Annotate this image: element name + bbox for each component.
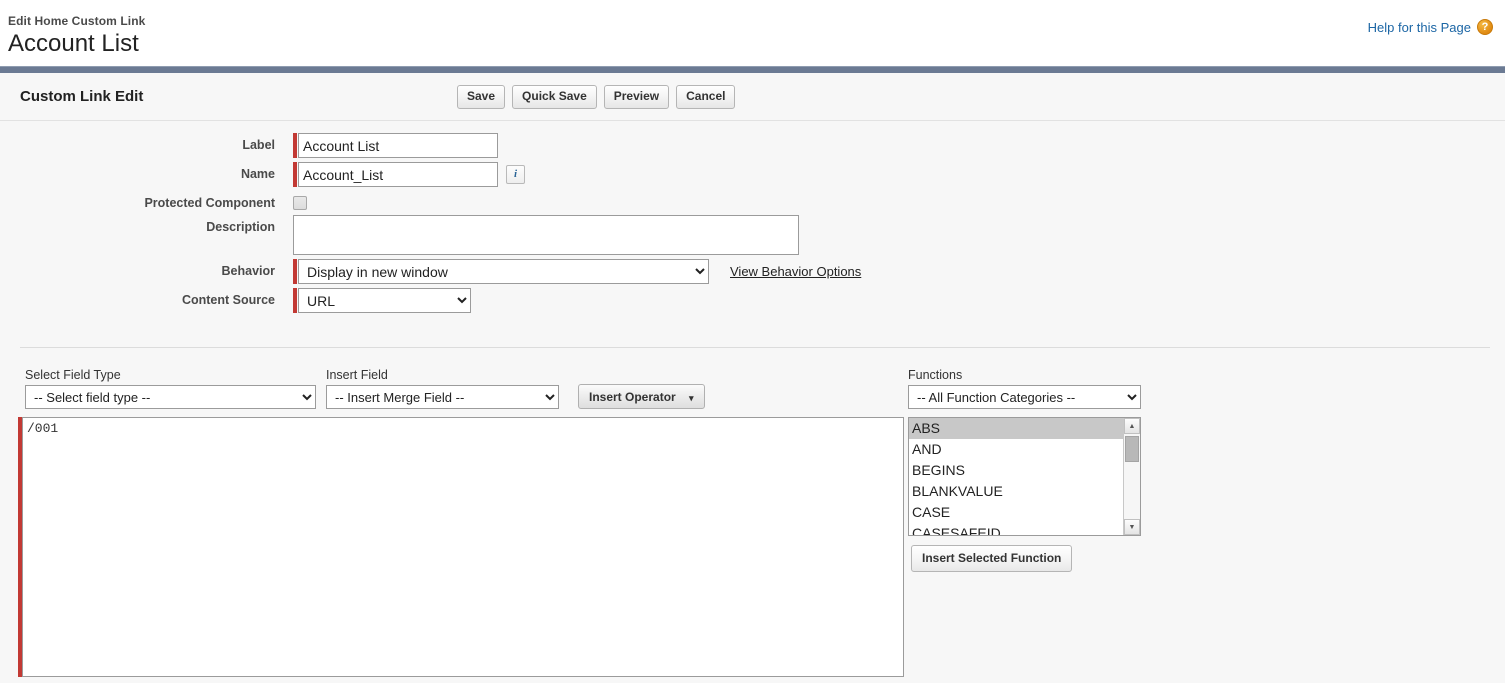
select-field-type-group: Select Field Type -- Select field type -…: [25, 368, 316, 409]
preview-button[interactable]: Preview: [603, 85, 670, 109]
custom-link-edit-panel: Custom Link Edit Save Quick Save Preview…: [0, 73, 1505, 683]
description-textarea[interactable]: [293, 215, 799, 255]
description-wrap: [275, 215, 799, 255]
name-field-label: Name: [240, 167, 275, 181]
formula-editor-wrap: /001: [18, 417, 904, 677]
content-source-wrap: URL: [275, 288, 471, 313]
list-item[interactable]: AND: [909, 439, 1123, 460]
behavior-select[interactable]: Display in new window: [298, 259, 709, 284]
name-input[interactable]: [298, 162, 498, 187]
insert-operator-button[interactable]: Insert Operator ▾: [578, 384, 705, 409]
page-header: Edit Home Custom Link Account List Help …: [0, 0, 1505, 66]
name-field-wrap: i: [275, 162, 525, 187]
list-item[interactable]: CASESAFEID: [909, 523, 1123, 535]
info-icon[interactable]: i: [506, 165, 525, 184]
behavior-label: Behavior: [221, 264, 276, 278]
header-rule: [0, 66, 1505, 73]
list-item[interactable]: BEGINS: [909, 460, 1123, 481]
list-item[interactable]: CASE: [909, 502, 1123, 523]
insert-field-caption: Insert Field: [326, 368, 388, 382]
help-for-this-page-link[interactable]: Help for this Page: [1368, 20, 1471, 35]
cancel-button[interactable]: Cancel: [676, 85, 736, 109]
required-marker-behavior: [293, 259, 297, 284]
view-behavior-options-link[interactable]: View Behavior Options: [730, 264, 861, 279]
scroll-down-icon[interactable]: ▼: [1124, 519, 1140, 535]
formula-textarea[interactable]: /001: [22, 417, 904, 677]
scrollbar-track[interactable]: [1124, 434, 1140, 519]
insert-operator-group: Insert Operator ▾: [578, 384, 705, 409]
list-item[interactable]: ABS: [909, 418, 1123, 439]
insert-field-group: Insert Field -- Insert Merge Field --: [326, 368, 559, 409]
formula-toolbar: Select Field Type -- Select field type -…: [0, 368, 1505, 414]
custom-link-form: Label Name i Protected Component Descrip…: [0, 121, 1505, 313]
select-field-type-caption: Select Field Type: [25, 368, 121, 382]
panel-button-group: Save Quick Save Preview Cancel: [457, 85, 736, 109]
row-name: Name i: [0, 162, 1505, 187]
formula-builder: Select Field Type -- Select field type -…: [0, 368, 1505, 683]
row-description: Description: [0, 215, 1505, 255]
row-protected-component: Protected Component: [0, 191, 1505, 211]
function-list-box: ABS AND BEGINS BLANKVALUE CASE CASESAFEI…: [908, 417, 1141, 536]
quick-save-button[interactable]: Quick Save: [512, 85, 597, 109]
required-marker-label: [293, 133, 297, 158]
row-label: Label: [0, 133, 1505, 158]
functions-caption: Functions: [908, 368, 963, 382]
function-list[interactable]: ABS AND BEGINS BLANKVALUE CASE CASESAFEI…: [909, 418, 1123, 535]
protected-component-wrap: [275, 191, 307, 210]
panel-toolbar: Custom Link Edit Save Quick Save Preview…: [0, 73, 1505, 121]
page-title: Account List: [8, 30, 139, 57]
content-source-select[interactable]: URL: [298, 288, 471, 313]
panel-title: Custom Link Edit: [20, 88, 144, 105]
select-field-type-select[interactable]: -- Select field type --: [25, 385, 316, 409]
description-label: Description: [206, 220, 275, 234]
function-list-scrollbar[interactable]: ▲ ▼: [1123, 418, 1140, 535]
scrollbar-thumb[interactable]: [1125, 436, 1139, 462]
content-source-label: Content Source: [181, 293, 275, 307]
required-marker-content-source: [293, 288, 297, 313]
help-area: Help for this Page ?: [1368, 19, 1493, 35]
help-question-icon[interactable]: ?: [1477, 19, 1493, 35]
chevron-down-icon: ▾: [689, 392, 694, 403]
functions-group: Functions -- All Function Categories --: [908, 368, 1141, 409]
section-divider: [20, 347, 1490, 348]
insert-selected-function-button[interactable]: Insert Selected Function: [911, 545, 1073, 572]
insert-merge-field-select[interactable]: -- Insert Merge Field --: [326, 385, 559, 409]
label-input[interactable]: [298, 133, 498, 158]
scroll-up-icon[interactable]: ▲: [1124, 418, 1140, 434]
behavior-wrap: Display in new window View Behavior Opti…: [275, 259, 861, 284]
row-behavior: Behavior Display in new window View Beha…: [0, 259, 1505, 284]
row-content-source: Content Source URL: [0, 288, 1505, 313]
required-marker-name: [293, 162, 297, 187]
label-field-label: Label: [242, 138, 275, 152]
list-item[interactable]: BLANKVALUE: [909, 481, 1123, 502]
save-button[interactable]: Save: [457, 85, 506, 109]
function-category-select[interactable]: -- All Function Categories --: [908, 385, 1141, 409]
insert-operator-label: Insert Operator: [589, 389, 676, 404]
protected-component-label: Protected Component: [144, 196, 275, 210]
protected-component-checkbox[interactable]: [293, 196, 307, 210]
breadcrumb: Edit Home Custom Link: [8, 14, 146, 28]
label-field-wrap: [275, 133, 498, 158]
